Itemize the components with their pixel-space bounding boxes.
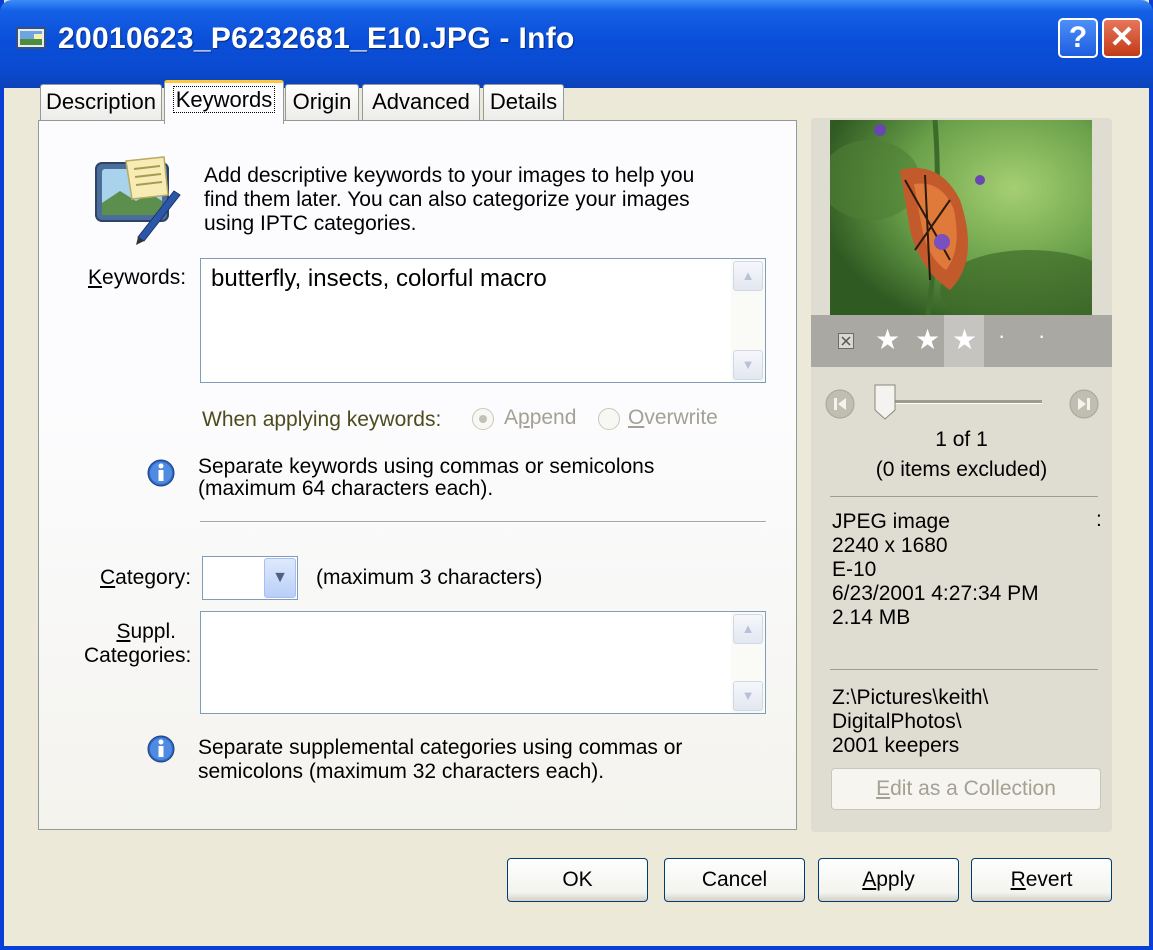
meta-size: 2.14 MB [832,606,911,629]
revert-button[interactable]: Revert [971,858,1112,902]
position-slider-thumb[interactable] [874,384,896,420]
keywords-textarea[interactable]: butterfly, insects, colorful macro ▲ ▼ [200,258,766,383]
intro-line: find them later. You can also categorize… [204,188,690,211]
info-icon [147,735,175,763]
overwrite-radio[interactable] [598,408,620,430]
photo-thumbnail[interactable] [830,120,1092,315]
suppl-label-line2: Categories: [84,644,192,667]
scroll-up-icon[interactable]: ▲ [733,614,763,644]
empty-star-icon[interactable]: · [998,323,1005,349]
tab-keywords[interactable]: Keywords [164,80,284,124]
hint-line: semicolons (maximum 32 characters each). [198,760,605,783]
suppl-scrollbar[interactable]: ▲ ▼ [731,612,765,713]
photo-info-icon [16,27,46,49]
edit-as-collection-button[interactable]: Edit as a Collection [831,768,1101,810]
tab-origin-label: Origin [292,89,352,114]
meta-date: 6/23/2001 4:27:34 PM [832,582,1039,605]
tab-description[interactable]: Description [40,84,162,122]
previous-icon[interactable] [824,388,856,420]
path-line: Z:\Pictures\keith\ [832,686,989,709]
info-icon [147,459,175,487]
rating-bar[interactable]: ★ ★ ★ · · [811,315,1112,367]
append-label: Append [504,406,577,429]
category-label: Category: [100,566,192,589]
keywords-label: Keywords: [88,266,187,289]
suppl-categories-label: Suppl. Categories: [84,620,192,667]
tab-details[interactable]: Details [483,84,564,122]
intro-line: Add descriptive keywords to your images … [204,164,695,187]
category-hint: (maximum 3 characters) [316,566,543,589]
scroll-down-icon[interactable]: ▼ [733,681,763,711]
hint-line: Separate supplemental categories using c… [198,736,683,759]
apply-mode-label: When applying keywords: [202,408,442,431]
close-button[interactable]: ✕ [1102,18,1142,58]
section-divider [200,521,766,523]
position-slider-track[interactable] [878,400,1042,404]
apply-button[interactable]: Apply [818,858,959,902]
file-path: Z:\Pictures\keith\ DigitalPhotos\ 2001 k… [832,686,988,758]
keywords-value: butterfly, insects, colorful macro [211,265,547,292]
hint-line: Separate keywords using commas or semico… [198,455,655,478]
suppl-hint: Separate supplemental categories using c… [198,736,682,784]
title-bar[interactable]: 20010623_P6232681_E10.JPG - Info ? ✕ [0,0,1153,88]
tab-keywords-label: Keywords [172,86,276,113]
tab-details-label: Details [489,89,558,114]
position-text: 1 of 1 [935,428,988,451]
sidebar-divider [830,496,1098,497]
window-title: 20010623_P6232681_E10.JPG - Info [58,22,575,55]
intro-text: Add descriptive keywords to your images … [204,164,694,236]
meta-dimensions: 2240 x 1680 [832,534,948,557]
keywords-hint: Separate keywords using commas or semico… [198,456,654,500]
path-line: DigitalPhotos\ [832,710,962,733]
meta-type: JPEG image [832,510,950,533]
help-button[interactable]: ? [1058,18,1098,58]
tab-advanced[interactable]: Advanced [362,84,480,122]
colon-mark: : [1096,508,1102,531]
keywords-illustration-icon [95,156,181,245]
exclude-icon[interactable] [838,333,854,349]
star-icon[interactable]: ★ [875,324,900,356]
image-metadata: JPEG image 2240 x 1680 E-10 6/23/2001 4:… [832,510,1039,630]
scroll-down-icon[interactable]: ▼ [733,350,763,380]
scroll-up-icon[interactable]: ▲ [733,261,763,291]
cancel-button[interactable]: Cancel [664,858,805,902]
category-combo[interactable]: ▼ [202,556,298,600]
star-icon[interactable]: ★ [952,324,977,356]
append-radio[interactable] [472,408,494,430]
star-icon[interactable]: ★ [915,324,940,356]
overwrite-label: Overwrite [628,406,718,429]
suppl-categories-textarea[interactable]: ▲ ▼ [200,611,766,714]
next-icon[interactable] [1068,388,1100,420]
hint-line: (maximum 64 characters each). [198,477,494,500]
path-line: 2001 keepers [832,734,960,757]
ok-button[interactable]: OK [507,858,648,902]
chevron-down-icon[interactable]: ▼ [264,558,296,598]
empty-star-icon[interactable]: · [1038,323,1045,349]
intro-line: using IPTC categories. [204,212,417,235]
tab-description-label: Description [45,89,157,114]
tab-advanced-label: Advanced [372,89,470,114]
keywords-scrollbar[interactable]: ▲ ▼ [731,259,765,382]
excluded-text: (0 items excluded) [875,458,1048,481]
sidebar-divider [830,669,1098,670]
tab-origin[interactable]: Origin [285,84,359,122]
meta-camera: E-10 [832,558,877,581]
